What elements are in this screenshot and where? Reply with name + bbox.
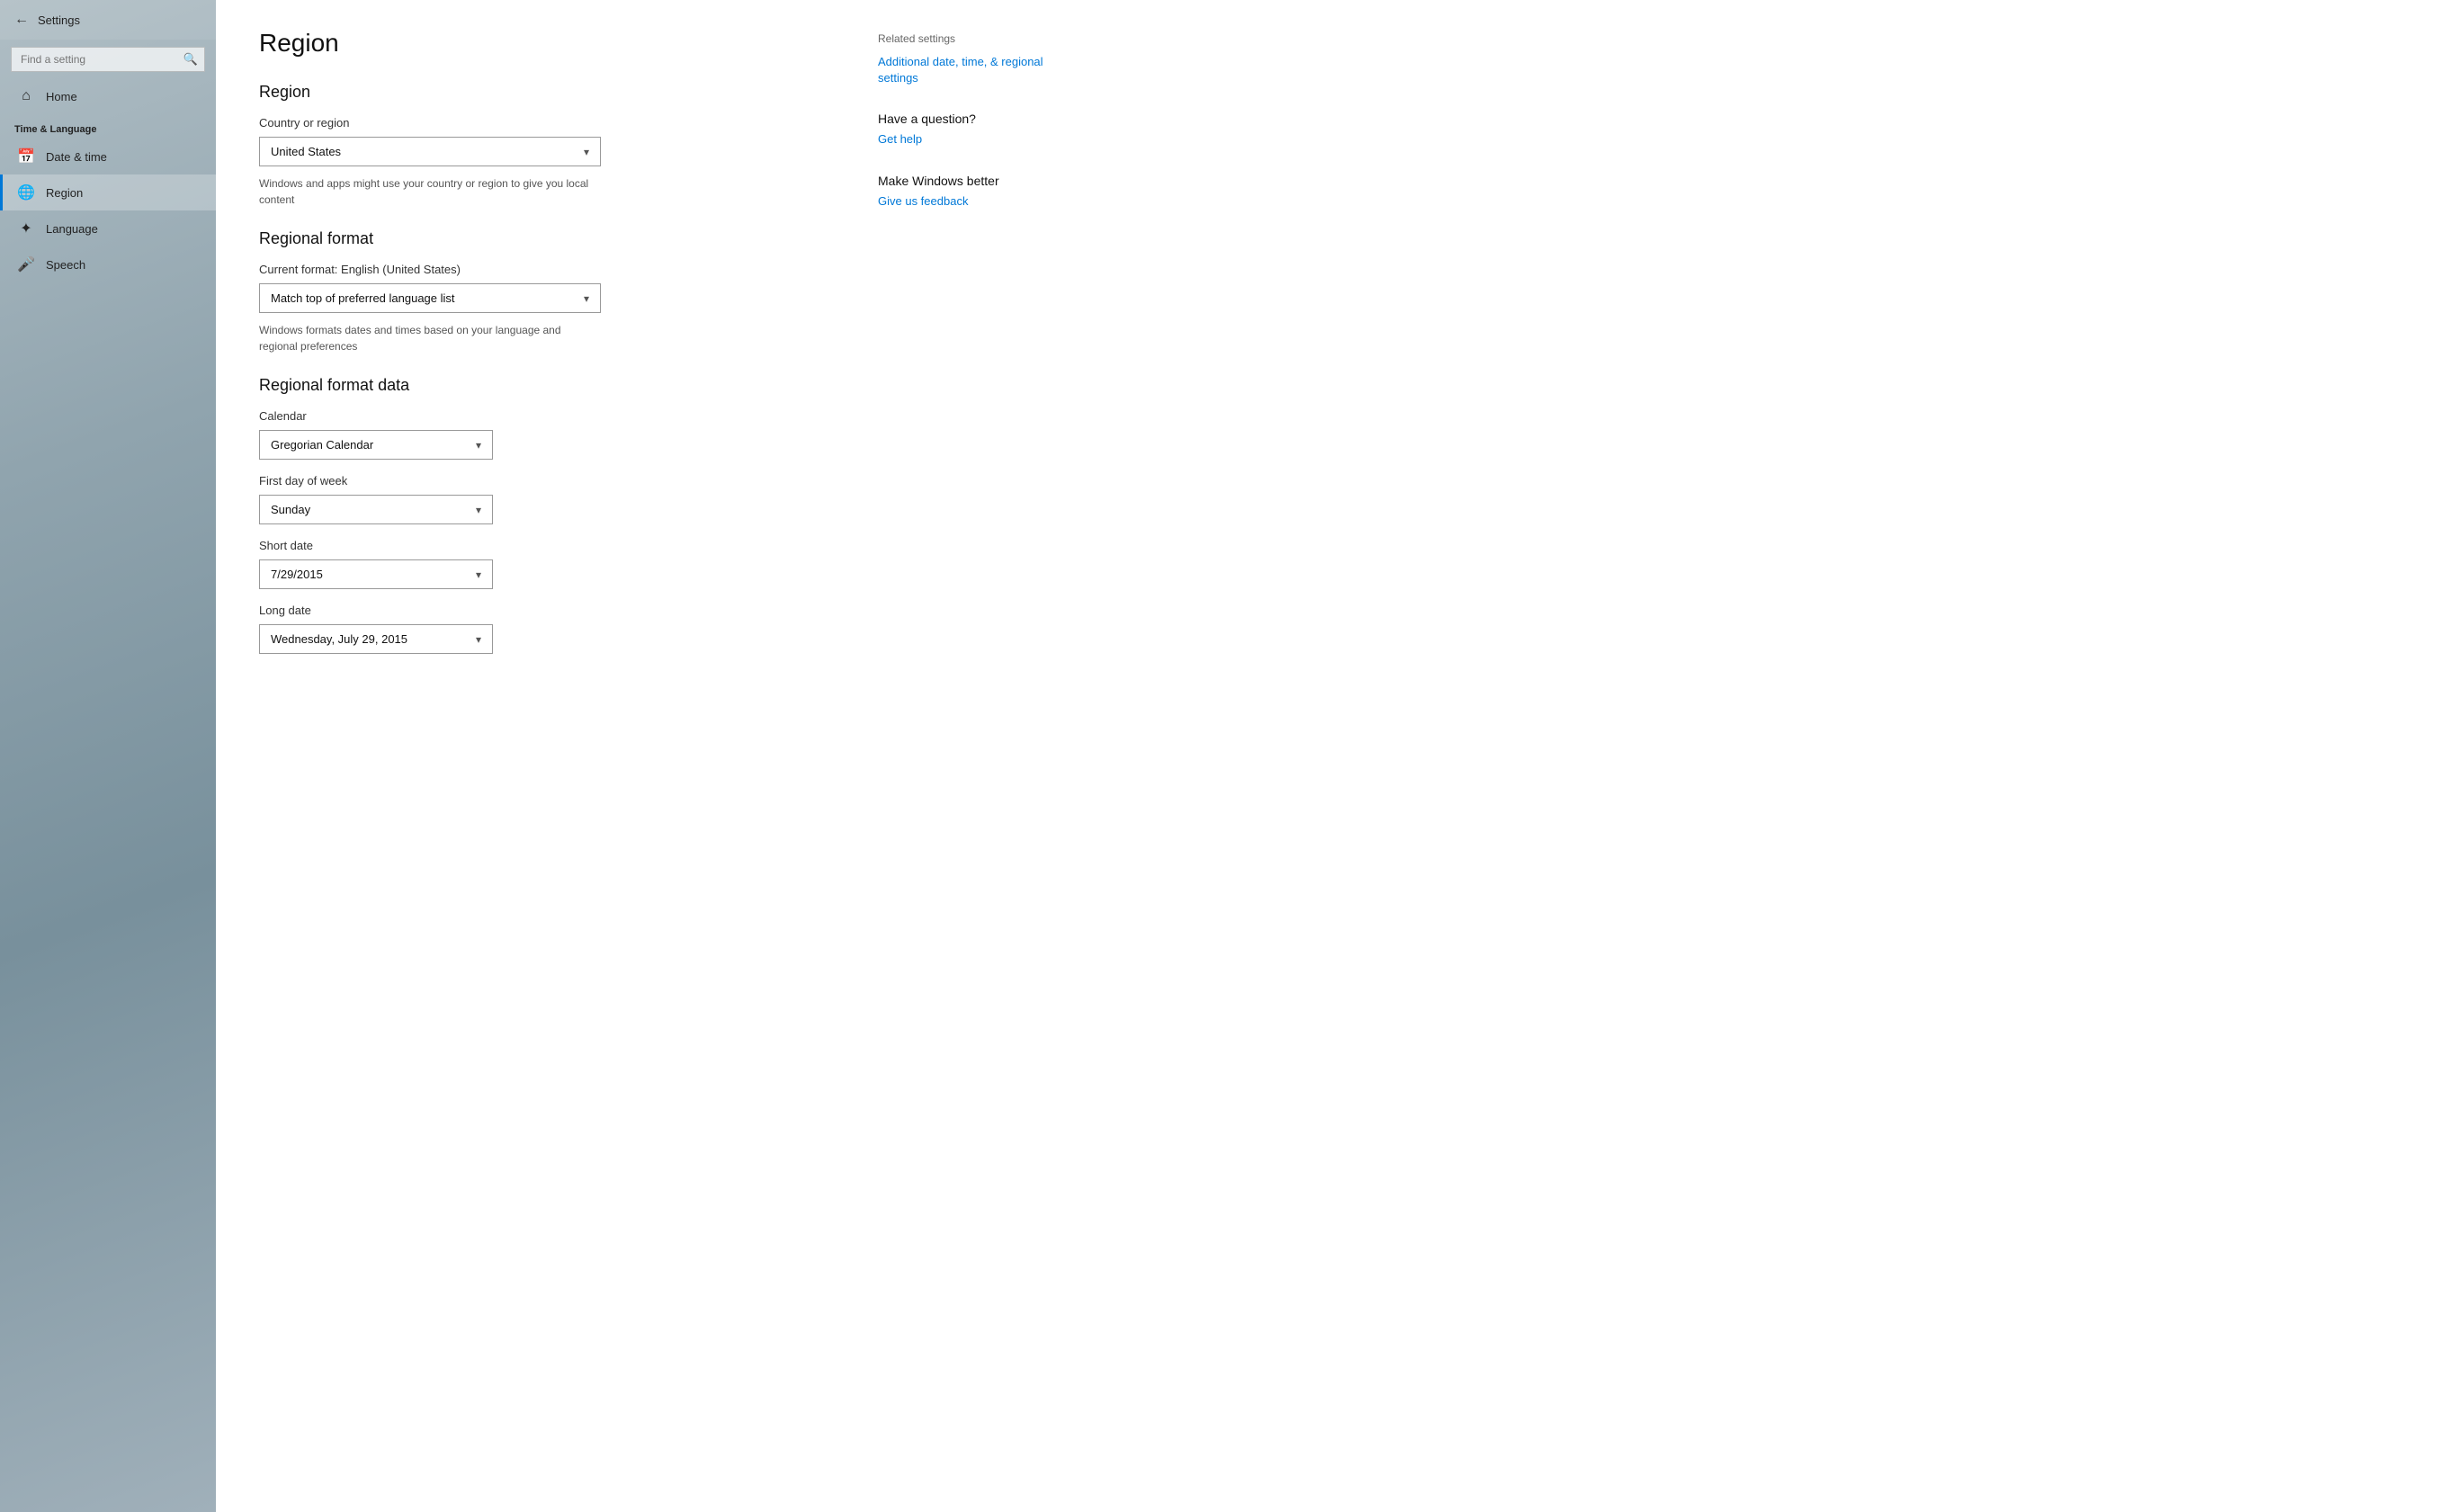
main-content: Region Region Country or region United S… bbox=[216, 0, 2461, 1512]
content-area: Region Region Country or region United S… bbox=[259, 29, 835, 1483]
regional-format-heading: Regional format bbox=[259, 229, 835, 248]
page-title: Region bbox=[259, 29, 835, 58]
search-icon: 🔍 bbox=[183, 52, 198, 67]
calendar-dropdown[interactable]: Gregorian Calendar ▾ bbox=[259, 430, 493, 460]
country-dropdown[interactable]: United States ▾ bbox=[259, 137, 601, 166]
short-date-dropdown-arrow: ▾ bbox=[476, 568, 481, 581]
sidebar-item-speech[interactable]: 🎤 Speech bbox=[0, 246, 216, 282]
language-icon: ✦ bbox=[17, 219, 35, 237]
calendar-dropdown-arrow: ▾ bbox=[476, 439, 481, 452]
sidebar-item-language-label: Language bbox=[46, 222, 98, 236]
format-data-heading: Regional format data bbox=[259, 376, 835, 395]
sidebar: ← Settings 🔍 ⌂ Home Time & Language 📅 Da… bbox=[0, 0, 216, 1512]
short-date-value: 7/29/2015 bbox=[271, 568, 323, 581]
country-helper: Windows and apps might use your country … bbox=[259, 175, 601, 208]
long-date-label: Long date bbox=[259, 604, 835, 617]
calendar-value: Gregorian Calendar bbox=[271, 438, 373, 452]
short-date-dropdown[interactable]: 7/29/2015 ▾ bbox=[259, 559, 493, 589]
current-format-label: Current format: English (United States) bbox=[259, 263, 835, 276]
have-question-title: Have a question? bbox=[878, 112, 1076, 126]
region-heading: Region bbox=[259, 83, 835, 102]
related-settings-title: Related settings bbox=[878, 32, 1076, 45]
back-icon: ← bbox=[14, 12, 29, 28]
have-question-block: Have a question? Get help bbox=[878, 112, 1076, 148]
first-day-dropdown-arrow: ▾ bbox=[476, 504, 481, 516]
get-help-link[interactable]: Get help bbox=[878, 131, 1076, 148]
calendar-label: Calendar bbox=[259, 409, 835, 423]
back-button[interactable]: ← bbox=[14, 12, 29, 28]
format-dropdown[interactable]: Match top of preferred language list ▾ bbox=[259, 283, 601, 313]
additional-settings-link[interactable]: Additional date, time, & regional settin… bbox=[878, 54, 1076, 86]
first-day-label: First day of week bbox=[259, 474, 835, 488]
long-date-dropdown[interactable]: Wednesday, July 29, 2015 ▾ bbox=[259, 624, 493, 654]
sidebar-item-region-label: Region bbox=[46, 186, 83, 200]
country-value: United States bbox=[271, 145, 341, 158]
make-better-title: Make Windows better bbox=[878, 174, 1076, 188]
country-label: Country or region bbox=[259, 116, 835, 130]
format-dropdown-arrow: ▾ bbox=[584, 292, 589, 305]
calendar-icon: 📅 bbox=[17, 148, 35, 166]
right-panel: Related settings Additional date, time, … bbox=[878, 29, 1076, 1483]
sidebar-title: Settings bbox=[38, 13, 80, 27]
long-date-value: Wednesday, July 29, 2015 bbox=[271, 632, 407, 646]
search-box: 🔍 bbox=[11, 47, 205, 72]
related-settings-block: Related settings Additional date, time, … bbox=[878, 32, 1076, 86]
speech-icon: 🎤 bbox=[17, 255, 35, 273]
sidebar-item-date-time[interactable]: 📅 Date & time bbox=[0, 139, 216, 174]
search-input[interactable] bbox=[11, 47, 205, 72]
sidebar-item-speech-label: Speech bbox=[46, 258, 85, 272]
long-date-dropdown-arrow: ▾ bbox=[476, 633, 481, 646]
sidebar-item-region[interactable]: 🌐 Region bbox=[0, 174, 216, 210]
sidebar-item-home-label: Home bbox=[46, 90, 77, 103]
first-day-dropdown[interactable]: Sunday ▾ bbox=[259, 495, 493, 524]
first-day-value: Sunday bbox=[271, 503, 310, 516]
make-better-block: Make Windows better Give us feedback bbox=[878, 174, 1076, 210]
format-helper: Windows formats dates and times based on… bbox=[259, 322, 601, 354]
home-icon: ⌂ bbox=[17, 88, 35, 104]
sidebar-item-language[interactable]: ✦ Language bbox=[0, 210, 216, 246]
format-value: Match top of preferred language list bbox=[271, 291, 455, 305]
sidebar-item-home[interactable]: ⌂ Home bbox=[0, 79, 216, 113]
short-date-label: Short date bbox=[259, 539, 835, 552]
country-dropdown-arrow: ▾ bbox=[584, 146, 589, 158]
sidebar-header: ← Settings bbox=[0, 0, 216, 40]
sidebar-section-label: Time & Language bbox=[0, 113, 216, 139]
globe-icon: 🌐 bbox=[17, 183, 35, 201]
feedback-link[interactable]: Give us feedback bbox=[878, 193, 1076, 210]
sidebar-item-date-time-label: Date & time bbox=[46, 150, 107, 164]
